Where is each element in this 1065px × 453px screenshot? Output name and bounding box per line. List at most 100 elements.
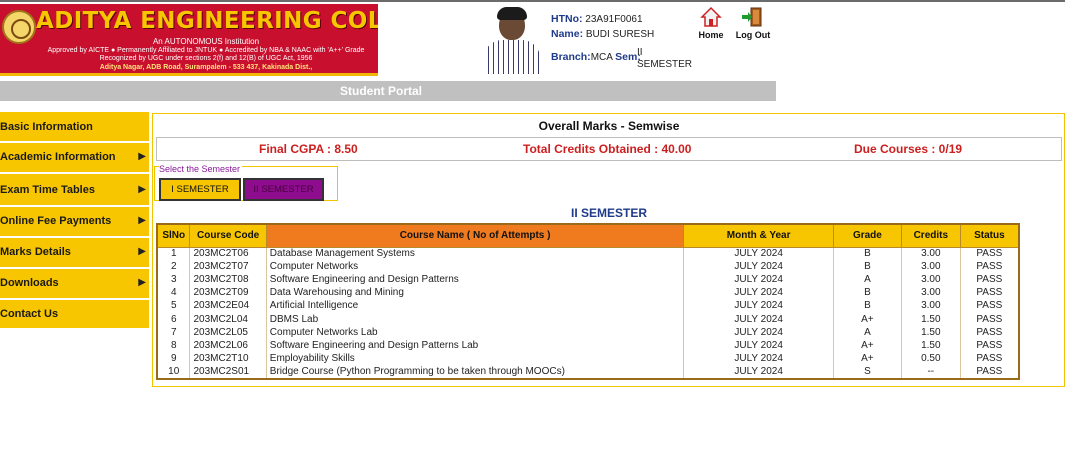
home-label: Home	[698, 30, 724, 40]
grade-cell: A+	[832, 352, 902, 366]
table-row: 2 203MC2T07 Computer Networks JULY 2024 B 3.0…	[156, 260, 1020, 274]
semester-1-button[interactable]: I SEMESTER	[159, 178, 241, 201]
home-icon	[700, 6, 722, 27]
table-row: 5 203MC2E04 Artificial Intelligence JULY 20…	[156, 299, 1020, 313]
course-name-cell: Computer Networks	[265, 260, 685, 274]
credits-cell: 0.50	[900, 352, 961, 366]
course-name-cell: Employability Skills	[265, 352, 685, 366]
semester-selector: Select the Semester I SEMESTER II SEMEST…	[154, 164, 338, 201]
due-courses: Due Courses : 0/19	[854, 142, 963, 156]
status-cell: PASS	[959, 339, 1020, 353]
college-details: An AUTONOMOUS Institution Approved by AI…	[36, 37, 376, 72]
grade-cell: B	[832, 260, 902, 274]
course-name-cell: Artificial Intelligence	[265, 299, 685, 313]
course-name-cell: Software Engineering and Design Patterns	[265, 273, 685, 287]
credits-cell: --	[900, 365, 961, 379]
sidebar-item-exam-time-tables[interactable]: Exam Time Tables ▶	[0, 174, 149, 207]
sidebar-item-marks-details[interactable]: Marks Details ▶	[0, 238, 149, 269]
slno-cell: 2	[156, 260, 191, 274]
sidebar-item-online-fee-payments[interactable]: Online Fee Payments ▶	[0, 207, 149, 238]
status-cell: PASS	[959, 247, 1020, 261]
credits-cell: 3.00	[900, 273, 961, 287]
grade-cell: A+	[832, 339, 902, 353]
column-header-status: Status	[959, 223, 1020, 248]
slno-cell: 1	[156, 247, 191, 261]
table-row: 10 203MC2S01 Bridge Course (Python Program…	[156, 365, 1020, 379]
month-year-cell: JULY 2024	[683, 286, 834, 300]
slno-cell: 8	[156, 339, 191, 353]
credits-cell: 1.50	[900, 312, 961, 327]
grade-cell: B	[832, 299, 902, 313]
student-htno: HTNo: 23A91F0061	[551, 13, 643, 25]
column-header-course-code: Course Code	[189, 223, 267, 248]
chevron-right-icon: ▶	[138, 151, 146, 162]
slno-cell: 5	[156, 299, 191, 313]
sidebar-item-basic-information[interactable]: Basic Information	[0, 112, 149, 143]
chevron-right-icon: ▶	[138, 277, 146, 288]
credits-cell: 1.50	[900, 326, 961, 340]
course-name-cell: Bridge Course (Python Programming to be …	[265, 365, 685, 379]
college-address: Aditya Nagar, ADB Road, Surampalem - 533…	[99, 63, 313, 71]
sidebar-item-contact-us[interactable]: Contact Us	[0, 300, 149, 330]
column-header-grade: Grade	[832, 223, 902, 248]
credits-cell: 1.50	[900, 339, 961, 353]
logout-door-icon	[742, 7, 762, 27]
month-year-cell: JULY 2024	[683, 273, 834, 287]
column-header-credits: Credits	[900, 223, 961, 248]
table-row: 4 203MC2T09 Data Warehousing and Mining JUL…	[156, 286, 1020, 300]
credits-cell: 3.00	[900, 286, 961, 300]
course-code-cell: 203MC2T09	[189, 286, 267, 300]
course-code-cell: 203MC2T06	[189, 247, 267, 261]
final-cgpa: Final CGPA : 8.50	[259, 142, 358, 156]
month-year-cell: JULY 2024	[683, 299, 834, 313]
credits-cell: 3.00	[900, 299, 961, 313]
table-row: 1 203MC2T06 Database Management Systems JUL…	[156, 247, 1020, 261]
course-name-cell: Data Warehousing and Mining	[265, 286, 685, 300]
status-cell: PASS	[959, 286, 1020, 300]
semester-value: II SEMESTER	[637, 47, 693, 70]
month-year-cell: JULY 2024	[683, 260, 834, 274]
college-banner: ADITYA ENGINEERING COLLEGE An AUTONOMOUS…	[0, 4, 378, 76]
htno-value: 23A91F0061	[585, 14, 643, 25]
portal-title: Student Portal	[340, 84, 423, 98]
slno-cell: 7	[156, 326, 191, 340]
college-recognition-line: Recognized by UGC under sections 2(f) an…	[99, 55, 313, 63]
column-header-course-name: Course Name ( No of Attempts )	[265, 223, 685, 248]
logout-link[interactable]: Log Out	[731, 6, 775, 40]
column-header-month-year: Month & Year	[683, 223, 834, 248]
home-link[interactable]: Home	[689, 6, 733, 40]
status-cell: PASS	[959, 299, 1020, 313]
month-year-cell: JULY 2024	[683, 339, 834, 353]
sidebar-item-academic-information[interactable]: Academic Information ▶	[0, 143, 149, 174]
semester-2-button[interactable]: II SEMESTER	[243, 178, 324, 201]
course-code-cell: 203MC2L04	[189, 312, 267, 327]
course-code-cell: 203MC2T10	[189, 352, 267, 366]
course-code-cell: 203MC2T07	[189, 260, 267, 274]
month-year-cell: JULY 2024	[683, 352, 834, 366]
chevron-right-icon: ▶	[138, 215, 146, 226]
sidebar-item-downloads[interactable]: Downloads ▶	[0, 269, 149, 300]
chevron-right-icon: ▶	[138, 246, 146, 257]
grade-cell: B	[832, 286, 902, 300]
name-value: BUDI SURESH	[585, 29, 655, 40]
student-name: Name: BUDI SURESH	[551, 28, 655, 40]
slno-cell: 6	[156, 312, 191, 327]
course-name-cell: Database Management Systems	[265, 247, 685, 261]
branch-value: MCA	[590, 52, 613, 63]
course-code-cell: 203MC2L05	[189, 326, 267, 340]
credits-cell: 3.00	[900, 260, 961, 274]
course-name-cell: DBMS Lab	[265, 312, 685, 327]
status-cell: PASS	[959, 273, 1020, 287]
table-row: 7 203MC2L05 Computer Networks Lab JULY 2024…	[156, 326, 1020, 340]
college-approval-line: Approved by AICTE ● Permanently Affiliat…	[47, 46, 365, 54]
logout-label: Log Out	[735, 30, 771, 40]
college-name: ADITYA ENGINEERING COLLEGE	[36, 8, 378, 34]
college-seal-icon	[2, 10, 36, 44]
course-name-cell: Computer Networks Lab	[265, 326, 685, 340]
course-code-cell: 203MC2T08	[189, 273, 267, 287]
status-cell: PASS	[959, 326, 1020, 340]
summary-stats-bar: Final CGPA : 8.50 Total Credits Obtained…	[156, 137, 1062, 161]
month-year-cell: JULY 2024	[683, 365, 834, 379]
marks-table-body: 1 203MC2T06 Database Management Systems JUL…	[156, 247, 1020, 379]
month-year-cell: JULY 2024	[683, 326, 834, 340]
